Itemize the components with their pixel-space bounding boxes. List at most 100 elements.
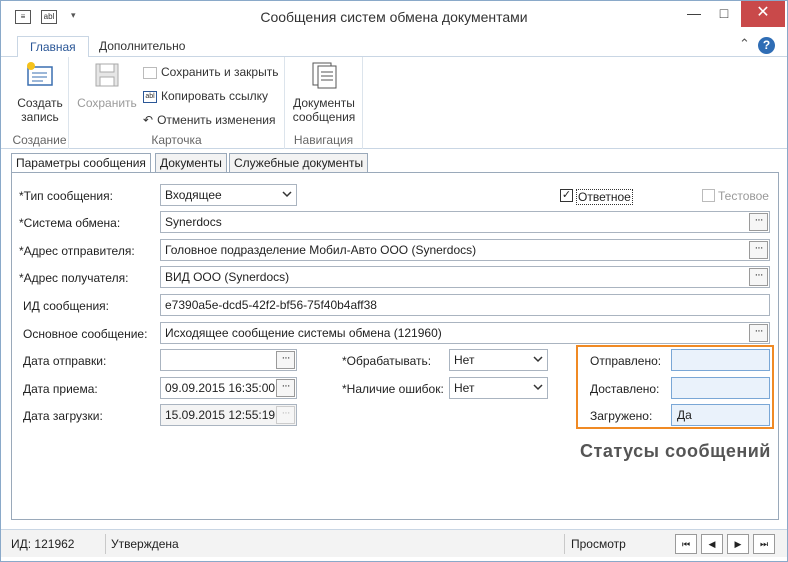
new-record-icon bbox=[27, 62, 53, 86]
delivered-status-field[interactable] bbox=[671, 377, 770, 399]
chevron-down-icon bbox=[282, 191, 292, 198]
recipient-field[interactable]: ВИД ООО (Synerdocs) ··· bbox=[160, 266, 770, 288]
close-button[interactable]: ✕ bbox=[741, 1, 785, 27]
tab-additional[interactable]: Дополнительно bbox=[87, 36, 197, 58]
tab-home[interactable]: Главная bbox=[17, 36, 89, 58]
undo-label: Отменить изменения bbox=[157, 113, 276, 127]
save-button[interactable]: Сохранить bbox=[75, 61, 139, 110]
copy-link-icon: abl bbox=[143, 90, 157, 103]
receive-date-picker-button[interactable]: ··· bbox=[276, 379, 295, 397]
recipient-browse-button[interactable]: ··· bbox=[749, 268, 768, 286]
sender-field[interactable]: Головное подразделение Мобил-Авто ООО (S… bbox=[160, 239, 770, 261]
loaded-status-label: Загружено: bbox=[590, 409, 653, 423]
card-group-label: Карточка bbox=[151, 133, 202, 147]
save-icon bbox=[95, 63, 119, 87]
ribbon-tabs: Главная Дополнительно ⌃ ? bbox=[1, 33, 787, 58]
load-date-label: Дата загрузки: bbox=[23, 409, 103, 423]
main-message-browse-button[interactable]: ··· bbox=[749, 324, 768, 342]
main-message-label: Основное сообщение: bbox=[23, 327, 148, 341]
errors-value: Нет bbox=[454, 381, 475, 395]
create-record-label: Создать запись bbox=[17, 96, 63, 124]
record-id: ИД: 121962 bbox=[11, 537, 75, 551]
documents-icon bbox=[312, 62, 337, 89]
sent-status-label: Отправлено: bbox=[590, 354, 662, 368]
app-window: ≡ abl ▾ Сообщения систем обмена документ… bbox=[0, 0, 788, 562]
copy-link-button[interactable]: abl Копировать ссылку bbox=[143, 87, 268, 105]
test-label: Тестовое bbox=[718, 189, 769, 203]
undo-icon: ↶ bbox=[143, 113, 154, 127]
sent-date-picker-button[interactable]: ··· bbox=[276, 351, 295, 369]
load-date-picker-button: ··· bbox=[276, 406, 295, 424]
navigation-group-label: Навигация bbox=[293, 133, 354, 147]
group-create: Создать запись Создание bbox=[11, 57, 69, 149]
exchange-system-field[interactable]: Synerdocs ··· bbox=[160, 211, 770, 233]
reply-label: Ответное bbox=[576, 189, 633, 205]
title-bar: ≡ abl ▾ Сообщения систем обмена документ… bbox=[1, 1, 787, 33]
save-close-button[interactable]: Сохранить и закрыть bbox=[143, 63, 278, 81]
main-message-field[interactable]: Исходящее сообщение системы обмена (1219… bbox=[160, 322, 770, 344]
process-label: *Обрабатывать: bbox=[342, 354, 432, 368]
collapse-ribbon-icon[interactable]: ⌃ bbox=[739, 36, 750, 52]
receive-date-field[interactable]: 09.09.2015 16:35:00 ··· bbox=[160, 377, 297, 399]
receive-date-value: 09.09.2015 16:35:00 bbox=[165, 381, 276, 395]
sender-value: Головное подразделение Мобил-Авто ООО (S… bbox=[165, 243, 477, 257]
loaded-status-field[interactable]: Да bbox=[671, 404, 770, 426]
tab-documents[interactable]: Документы bbox=[155, 153, 227, 173]
sent-date-field[interactable]: ··· bbox=[160, 349, 297, 371]
quick-access-dropdown-icon[interactable]: ▾ bbox=[71, 10, 76, 21]
tab-service-documents[interactable]: Служебные документы bbox=[229, 153, 369, 173]
group-navigation: Документы сообщения Навигация bbox=[285, 57, 363, 149]
exchange-system-browse-button[interactable]: ··· bbox=[749, 213, 768, 231]
sender-browse-button[interactable]: ··· bbox=[749, 241, 768, 259]
msg-type-select[interactable]: Входящее bbox=[160, 184, 297, 206]
help-icon[interactable]: ? bbox=[758, 37, 775, 54]
sent-status-field[interactable] bbox=[671, 349, 770, 371]
minimize-button[interactable]: — bbox=[677, 1, 711, 27]
first-record-button[interactable]: ⏮ bbox=[675, 534, 697, 554]
create-group-label: Создание bbox=[12, 133, 67, 147]
status-bar: ИД: 121962 Утверждена Просмотр ⏮ ◀ ▶ ⏭ bbox=[1, 529, 787, 557]
delivered-status-label: Доставлено: bbox=[590, 382, 660, 396]
window-title: Сообщения систем обмена документами bbox=[260, 9, 528, 25]
message-documents-label: Документы сообщения bbox=[292, 96, 356, 124]
message-id-value: e7390a5e-dcd5-42f2-bf56-75f40b4aff38 bbox=[165, 298, 377, 312]
undo-button[interactable]: ↶ Отменить изменения bbox=[143, 111, 276, 129]
save-close-label: Сохранить и закрыть bbox=[161, 65, 279, 79]
load-date-field: 15.09.2015 12:55:19 ··· bbox=[160, 404, 297, 426]
next-record-button[interactable]: ▶ bbox=[727, 534, 749, 554]
process-select[interactable]: Нет bbox=[449, 349, 548, 371]
last-record-button[interactable]: ⏭ bbox=[753, 534, 775, 554]
status-separator bbox=[564, 534, 565, 554]
abl-icon[interactable]: abl bbox=[41, 10, 57, 24]
create-record-button[interactable]: Создать запись bbox=[15, 61, 65, 124]
maximize-button[interactable]: □ bbox=[707, 1, 741, 27]
errors-label: *Наличие ошибок: bbox=[342, 382, 444, 396]
group-card: Сохранить Сохранить и закрыть abl Копиров… bbox=[69, 57, 285, 149]
previous-record-button[interactable]: ◀ bbox=[701, 534, 723, 554]
msg-type-label: *Тип сообщения: bbox=[19, 189, 113, 203]
sent-date-label: Дата отправки: bbox=[23, 354, 107, 368]
main-message-value: Исходящее сообщение системы обмена (1219… bbox=[165, 326, 442, 340]
test-checkbox[interactable] bbox=[702, 189, 715, 202]
exchange-system-label: *Система обмена: bbox=[19, 216, 121, 230]
recipient-label: *Адрес получателя: bbox=[19, 271, 129, 285]
record-state: Утверждена bbox=[111, 537, 179, 551]
recipient-value: ВИД ООО (Synerdocs) bbox=[165, 270, 290, 284]
message-documents-button[interactable]: Документы сообщения bbox=[289, 61, 359, 124]
message-status-caption: Статусы сообщений bbox=[580, 441, 771, 461]
load-date-value: 15.09.2015 12:55:19 bbox=[165, 408, 276, 422]
chevron-down-icon bbox=[533, 356, 543, 363]
tab-message-params[interactable]: Параметры сообщения bbox=[11, 153, 151, 174]
reply-checkbox[interactable]: ✓ bbox=[560, 189, 573, 202]
save-label: Сохранить bbox=[77, 96, 137, 110]
exchange-system-value: Synerdocs bbox=[165, 215, 222, 229]
process-value: Нет bbox=[454, 353, 475, 367]
message-id-field[interactable]: e7390a5e-dcd5-42f2-bf56-75f40b4aff38 bbox=[160, 294, 770, 316]
card-icon[interactable]: ≡ bbox=[15, 10, 31, 24]
message-id-label: ИД сообщения: bbox=[23, 299, 110, 313]
save-close-icon bbox=[143, 66, 157, 79]
sender-label: *Адрес отправителя: bbox=[19, 244, 135, 258]
copy-link-label: Копировать ссылку bbox=[161, 89, 268, 103]
errors-select[interactable]: Нет bbox=[449, 377, 548, 399]
status-separator bbox=[105, 534, 106, 554]
